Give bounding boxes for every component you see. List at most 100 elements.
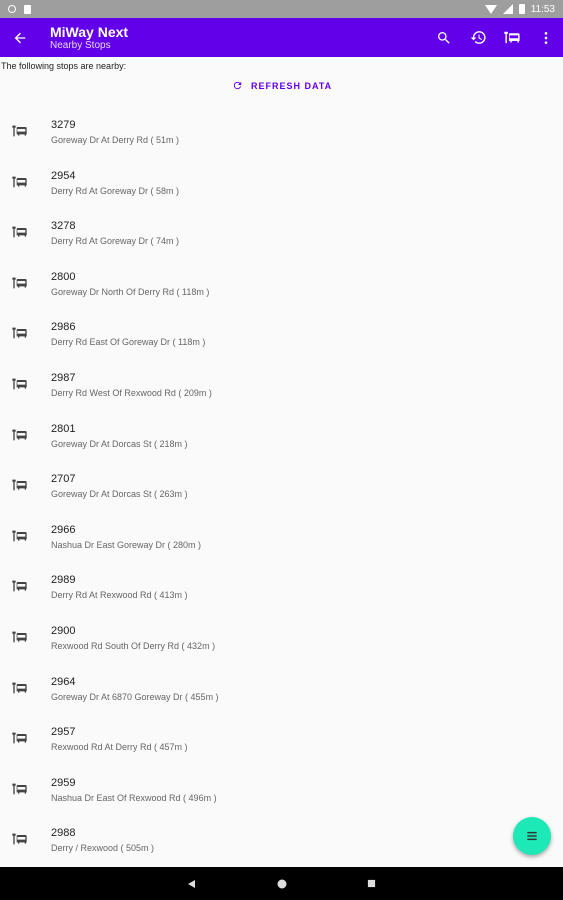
nav-back-icon[interactable] — [187, 879, 197, 889]
nav-home-icon[interactable] — [277, 879, 287, 889]
stop-list-item[interactable]: 2801 Goreway Dr At Dorcas St ( 218m ) — [0, 409, 563, 460]
stop-number: 2986 — [51, 321, 76, 334]
stop-description: Goreway Dr At Dorcas St ( 263m ) — [51, 489, 188, 500]
status-bar: 11:53 — [0, 0, 563, 18]
back-button[interactable] — [0, 18, 40, 57]
bus-stop-icon — [12, 429, 27, 440]
stop-text: 2986 Derry Rd East Of Goreway Dr ( 118m ) — [51, 320, 205, 348]
stop-number: 2964 — [51, 675, 76, 688]
more-icon — [544, 31, 548, 44]
stop-description: Rexwood Rd South Of Derry Rd ( 432m ) — [51, 640, 216, 651]
intro-text: The following stops are nearby: — [1, 61, 127, 71]
stop-description: Goreway Dr At Derry Rd ( 51m ) — [51, 135, 180, 145]
stop-description: Derry / Rexwood ( 505m ) — [51, 843, 155, 854]
stop-text: 2959 Nashua Dr East Of Rexwood Rd ( 496m … — [51, 776, 217, 804]
stop-number: 2707 — [51, 473, 76, 486]
signal-icon — [502, 4, 513, 14]
stop-number: 2957 — [51, 726, 76, 739]
stop-list-item[interactable]: 2987 Derry Rd West Of Rexwood Rd ( 209m ) — [0, 358, 563, 409]
stop-list-item[interactable]: 2989 Derry Rd At Rexwood Rd ( 413m ) — [0, 560, 563, 611]
stop-description: Nashua Dr East Goreway Dr ( 280m ) — [51, 539, 202, 550]
bus-stop-icon — [12, 226, 27, 238]
search-icon — [438, 31, 450, 44]
refresh-data-button[interactable]: REFRESH DATA — [232, 80, 332, 91]
stop-list-item[interactable]: 3279 Goreway Dr At Derry Rd ( 51m ) — [0, 105, 563, 156]
stop-description: Derry Rd At Goreway Dr ( 58m ) — [51, 185, 180, 196]
list-icon — [527, 831, 537, 841]
stop-number: 2987 — [51, 371, 76, 384]
stop-number: 2900 — [51, 624, 76, 637]
stop-list-item[interactable]: 2986 Derry Rd East Of Goreway Dr ( 118m ) — [0, 307, 563, 358]
stop-number: 2959 — [51, 776, 76, 789]
stop-text: 3278 Derry Rd At Goreway Dr ( 74m ) — [51, 219, 179, 247]
app-bar: MiWay Next Nearby Stops — [0, 18, 563, 57]
stop-number: 2966 — [51, 523, 76, 536]
status-time: 11:53 — [530, 3, 555, 15]
bus-stop-icon — [12, 479, 27, 491]
bus-stop-icon — [12, 125, 27, 137]
refresh-label: REFRESH DATA — [251, 80, 333, 91]
bus-stop-icon — [12, 378, 27, 390]
stop-text: 2964 Goreway Dr At 6870 Goreway Dr ( 455m… — [51, 675, 219, 703]
stop-list-item[interactable]: 2966 Nashua Dr East Goreway Dr ( 280m ) — [0, 510, 563, 561]
stop-description: Goreway Dr At 6870 Goreway Dr ( 455m ) — [51, 691, 219, 702]
bus-stop-icon — [12, 176, 27, 187]
stop-list-item[interactable]: 2954 Derry Rd At Goreway Dr ( 58m ) — [0, 156, 563, 207]
system-nav-bar — [0, 867, 563, 900]
stop-list-item[interactable]: 2707 Goreway Dr At Dorcas St ( 263m ) — [0, 459, 563, 510]
stop-text: 2987 Derry Rd West Of Rexwood Rd ( 209m ) — [51, 371, 212, 399]
bus-stop-icon — [12, 833, 27, 845]
bus-stop-icon — [12, 581, 27, 592]
stop-number: 2989 — [51, 574, 76, 587]
stop-number: 3278 — [51, 220, 76, 233]
stop-text: 2707 Goreway Dr At Dorcas St ( 263m ) — [51, 472, 188, 500]
stop-list-item[interactable]: 2964 Goreway Dr At 6870 Goreway Dr ( 455m… — [0, 662, 563, 713]
stop-text: 2801 Goreway Dr At Dorcas St ( 218m ) — [51, 422, 188, 450]
stop-number: 2988 — [51, 827, 76, 840]
stop-number: 2954 — [51, 169, 76, 182]
stop-description: Goreway Dr North Of Derry Rd ( 118m ) — [51, 286, 210, 297]
stop-description: Derry Rd At Goreway Dr ( 74m ) — [51, 236, 180, 247]
bus-stop-icon — [12, 682, 27, 693]
stop-list-item[interactable]: 2900 Rexwood Rd South Of Derry Rd ( 432m … — [0, 611, 563, 662]
stop-description: Derry Rd East Of Goreway Dr ( 118m ) — [51, 337, 206, 348]
search-button[interactable] — [427, 18, 461, 57]
bus-stop-icon — [12, 732, 27, 744]
bus-stop-icon — [12, 530, 27, 542]
stop-text: 2988 Derry / Rexwood ( 505m ) — [51, 826, 154, 854]
more-options-button[interactable] — [529, 18, 563, 57]
stop-description: Goreway Dr At Dorcas St ( 218m ) — [51, 438, 188, 449]
stop-list-item[interactable]: 2959 Nashua Dr East Of Rexwood Rd ( 496m … — [0, 763, 563, 814]
notification-icon — [8, 5, 16, 13]
bus-stop-button[interactable] — [495, 18, 529, 57]
history-button[interactable] — [461, 18, 495, 57]
bus-stop-icon — [503, 31, 520, 44]
app-title: MiWay Next — [50, 23, 129, 40]
battery-icon — [518, 4, 525, 14]
stop-text: 2957 Rexwood Rd At Derry Rd ( 457m ) — [51, 725, 188, 753]
stop-number: 2800 — [51, 270, 76, 283]
stop-list-item[interactable]: 2800 Goreway Dr North Of Derry Rd ( 118m … — [0, 257, 563, 308]
stop-number: 3279 — [51, 119, 76, 131]
stop-list-item[interactable]: 3278 Derry Rd At Goreway Dr ( 74m ) — [0, 206, 563, 257]
stop-list-item[interactable]: 2988 Derry / Rexwood ( 505m ) — [0, 813, 563, 864]
stop-description: Rexwood Rd At Derry Rd ( 457m ) — [51, 742, 188, 753]
nav-recents-icon[interactable] — [367, 879, 376, 888]
stop-number: 2801 — [51, 422, 76, 435]
stop-description: Nashua Dr East Of Rexwood Rd ( 496m ) — [51, 792, 217, 803]
app-subtitle: Nearby Stops — [50, 39, 111, 51]
bus-stop-icon — [12, 631, 27, 643]
bus-stop-icon — [12, 277, 27, 289]
stop-list-item[interactable]: 2957 Rexwood Rd At Derry Rd ( 457m ) — [0, 712, 563, 763]
bus-stop-icon — [12, 328, 27, 339]
bus-stop-icon — [12, 783, 27, 795]
menu-fab[interactable] — [513, 817, 551, 855]
stop-text: 3279 Goreway Dr At Derry Rd ( 51m ) — [51, 118, 179, 146]
stop-text: 2954 Derry Rd At Goreway Dr ( 58m ) — [51, 169, 179, 197]
wifi-icon — [484, 4, 497, 14]
arrow-back-icon — [14, 32, 26, 43]
stop-description: Derry Rd At Rexwood Rd ( 413m ) — [51, 590, 188, 601]
stop-text: 2900 Rexwood Rd South Of Derry Rd ( 432m … — [51, 624, 215, 652]
stop-text: 2800 Goreway Dr North Of Derry Rd ( 118m … — [51, 270, 209, 298]
stop-list: 3279 Goreway Dr At Derry Rd ( 51m ) 2954 De… — [0, 105, 563, 864]
